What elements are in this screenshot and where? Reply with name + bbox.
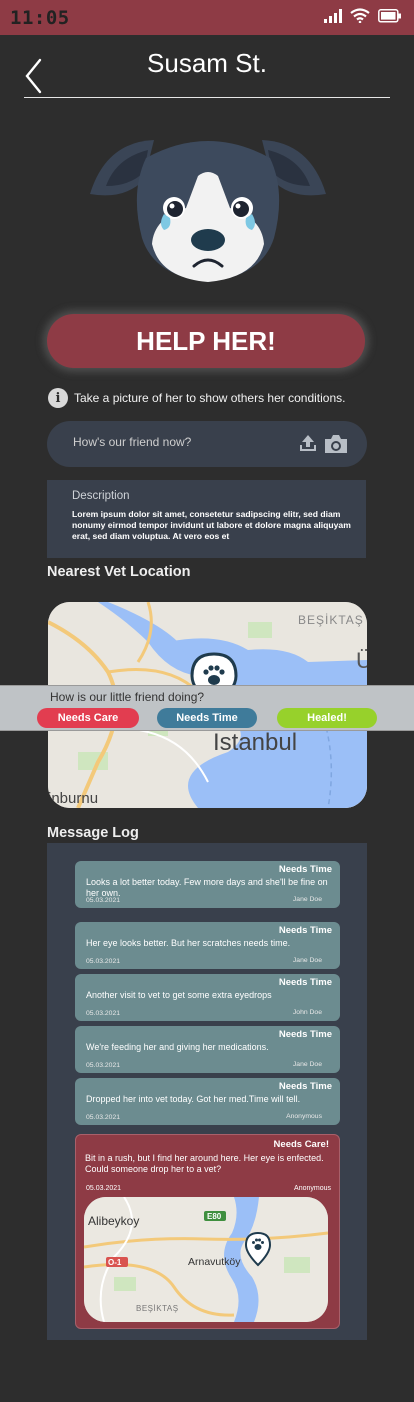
info-hint: i Take a picture of her to show others h… <box>48 388 345 408</box>
message-date: 05.03.2021 <box>86 1010 121 1017</box>
sad-dog-illustration <box>90 140 326 282</box>
message-card[interactable]: Needs Time We're feeding her and giving … <box>75 1026 340 1073</box>
message-card[interactable]: Needs Time Another visit to vet to get s… <box>75 974 340 1021</box>
map-label-e80: E80 <box>207 1212 222 1221</box>
vet-section-title: Nearest Vet Location <box>47 564 191 580</box>
message-status-tag: Needs Time <box>278 1081 332 1092</box>
map-label-istanbul: İstanbul <box>213 729 297 756</box>
message-status-tag: Needs Time <box>278 925 332 936</box>
map-label-zeytinburnu: inburnu <box>48 790 98 807</box>
message-status-tag: Needs Time <box>278 1029 332 1040</box>
wifi-icon <box>350 8 370 23</box>
signal-icon <box>324 9 342 23</box>
description-text: Lorem ipsum dolor sit amet, consetetur s… <box>72 509 351 542</box>
message-card[interactable]: Needs Time Looks a lot better today. Few… <box>75 861 340 908</box>
header: Susam St. <box>24 44 390 98</box>
camera-icon[interactable] <box>323 433 349 455</box>
message-status-tag: Needs Care! <box>273 1139 329 1150</box>
info-text: Take a picture of her to show others her… <box>74 391 346 405</box>
needs-care-message-card[interactable]: Needs Care! Bit in a rush, but I find he… <box>75 1134 340 1329</box>
prompt-question: How is our little friend doing? <box>50 690 205 704</box>
message-log-title: Message Log <box>47 825 139 841</box>
healed-button[interactable]: Healed! <box>277 708 377 728</box>
map-label-u: Ü <box>356 648 367 673</box>
description-panel: Description Lorem ipsum dolor sit amet, … <box>47 480 366 558</box>
status-bar: 11:05 <box>0 0 414 35</box>
map-label-o1: O-1 <box>108 1258 122 1267</box>
message-text: Another visit to vet to get some extra e… <box>86 990 272 1000</box>
message-date: 05.03.2021 <box>86 1062 121 1069</box>
message-map-graphic: E80 O-1 Alibeykoy Arnavutköy BEŞİKTAŞ <box>84 1197 328 1322</box>
map-label-arnavutkoy: Arnavutköy <box>188 1256 241 1268</box>
message-author: Anonymous <box>286 1113 322 1120</box>
message-text: Dropped her into vet today. Got her med.… <box>86 1094 301 1104</box>
needs-time-button[interactable]: Needs Time <box>157 708 257 728</box>
battery-icon <box>378 9 401 23</box>
message-card[interactable]: Needs Time Dropped her into vet today. G… <box>75 1078 340 1125</box>
map-label-besiktas: BEŞİKTAŞ <box>136 1304 179 1313</box>
info-icon: i <box>48 388 68 408</box>
message-author: Jane Doe <box>292 957 322 964</box>
map-label-alibeykoy: Alibeykoy <box>88 1214 139 1228</box>
description-label: Description <box>72 490 130 502</box>
status-prompt: How is our little friend doing? Needs Ca… <box>0 685 414 731</box>
status-update-field <box>47 421 367 467</box>
message-log: Needs Time Looks a lot better today. Few… <box>47 843 367 1340</box>
message-author: Anonymous <box>294 1185 331 1192</box>
upload-icon[interactable] <box>298 433 318 453</box>
message-status-tag: Needs Time <box>278 977 332 988</box>
message-text: Bit in a rush, but I find her around her… <box>85 1153 324 1174</box>
needs-care-button[interactable]: Needs Care <box>37 708 139 728</box>
message-date: 05.03.2021 <box>86 1114 121 1121</box>
message-card[interactable]: Needs Time Her eye looks better. But her… <box>75 922 340 969</box>
help-her-button[interactable]: HELP HER! <box>47 314 365 368</box>
map-label-besiktas: BEŞİKTAŞ <box>298 613 364 627</box>
message-author: John Doe <box>292 1009 322 1016</box>
message-author: Jane Doe <box>292 1061 322 1068</box>
page-title: Susam St. <box>147 48 267 78</box>
message-status-tag: Needs Time <box>278 864 332 875</box>
message-date: 05.03.2021 <box>86 897 121 904</box>
status-input[interactable] <box>73 435 293 449</box>
message-text: We're feeding her and giving her medicat… <box>86 1042 269 1052</box>
message-date: 05.03.2021 <box>86 1185 122 1192</box>
message-author: Jane Doe <box>292 896 322 903</box>
message-location-map[interactable]: E80 O-1 Alibeykoy Arnavutköy BEŞİKTAŞ <box>84 1197 328 1322</box>
message-text: Her eye looks better. But her scratches … <box>86 938 291 948</box>
status-icons <box>324 8 402 23</box>
status-time: 11:05 <box>10 7 70 29</box>
message-date: 05.03.2021 <box>86 958 121 965</box>
